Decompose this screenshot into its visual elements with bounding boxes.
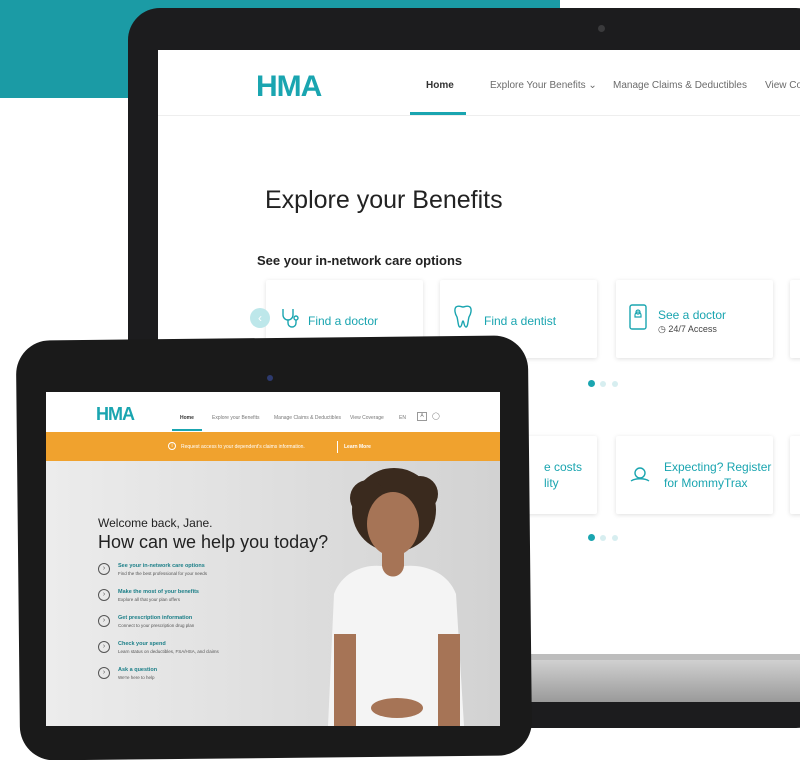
tablet-navbar: HMA Home Explore your Benefits Manage Cl…	[46, 392, 500, 432]
nav-manage-claims[interactable]: Manage Claims & Deductibles	[274, 415, 341, 421]
carousel-prev-button[interactable]: ‹	[250, 308, 270, 328]
option-desc: Connect to your prescription drug plan	[118, 623, 195, 628]
card-label: Find a doctor	[308, 314, 379, 328]
option-title[interactable]: Make the most of your benefits	[118, 589, 199, 595]
carousel-dot[interactable]	[600, 381, 606, 387]
hma-logo[interactable]: HMA	[256, 70, 322, 104]
active-tab-underline	[410, 112, 466, 115]
option-desc: Explore all that your plan offers	[118, 597, 180, 602]
stethoscope-icon	[282, 309, 299, 328]
tablet-camera	[267, 375, 273, 381]
banner-divider	[337, 441, 338, 453]
card-label: lity	[544, 476, 559, 490]
card-label: e costs	[544, 460, 583, 474]
carousel-dot[interactable]	[588, 380, 595, 387]
welcome-text: Welcome back, Jane.	[98, 516, 213, 530]
option-title[interactable]: See your in-network care options	[118, 563, 205, 569]
nav-explore-label: Explore Your Benefits	[490, 80, 586, 91]
card-label: Expecting? Register	[664, 460, 772, 474]
learn-more-link[interactable]: Learn More	[344, 444, 371, 450]
carousel-dot[interactable]	[588, 534, 595, 541]
marketing-mockup: HMA Home Explore Your Benefits ⌄ Manage …	[0, 0, 800, 760]
section-subtitle: See your in-network care options	[257, 253, 463, 268]
card-see-doctor[interactable]: See a doctor ◷ 24/7 Access	[616, 280, 773, 358]
chevron-right-icon[interactable]: ›	[98, 589, 110, 601]
hma-logo[interactable]: HMA	[96, 404, 135, 425]
option-title[interactable]: Check your spend	[118, 641, 166, 647]
option-desc: Find the the best professional for your …	[118, 571, 208, 576]
language-selector[interactable]: EN	[399, 415, 406, 421]
nav-manage-claims[interactable]: Manage Claims & Deductibles	[613, 80, 747, 91]
notification-banner: i Request access to your dependent's cla…	[46, 432, 500, 461]
nav-home[interactable]: Home	[180, 415, 194, 421]
carousel-dot[interactable]	[612, 381, 618, 387]
nav-explore-benefits[interactable]: Explore your Benefits	[212, 415, 260, 421]
card-label: for MommyTrax	[664, 476, 748, 490]
chevron-right-icon[interactable]: ›	[98, 563, 110, 575]
laptop-base-lip	[520, 654, 800, 660]
tablet-screen: HMA Home Explore your Benefits Manage Cl…	[46, 392, 500, 726]
card-sublabel: ◷ 24/7 Access	[658, 324, 717, 335]
font-size-icon[interactable]: A	[417, 412, 427, 421]
baby-icon	[630, 467, 650, 482]
nav-view-coverage[interactable]: View Coverage	[350, 415, 384, 421]
card-label: See a doctor	[658, 308, 727, 322]
banner-text: Request access to your dependent's claim…	[181, 444, 305, 450]
headline: How can we help you today?	[98, 532, 329, 552]
card-partial[interactable]	[790, 436, 800, 514]
phone-doctor-icon	[629, 304, 647, 330]
option-title[interactable]: Ask a question	[118, 667, 157, 673]
laptop-base	[520, 654, 800, 702]
card-label: Find a dentist	[484, 314, 557, 328]
chevron-right-icon[interactable]: ›	[98, 641, 110, 653]
carousel-dot[interactable]	[612, 535, 618, 541]
card-sublabel-text: 24/7 Access	[668, 324, 717, 334]
nav-home[interactable]: Home	[426, 80, 454, 91]
nav-explore-benefits[interactable]: Explore Your Benefits ⌄	[490, 80, 597, 91]
woman-photo	[328, 468, 464, 726]
option-desc: We're here to help	[118, 675, 155, 680]
card-mommytrax[interactable]: Expecting? Register for MommyTrax	[616, 436, 773, 514]
card-partial[interactable]	[790, 280, 800, 358]
chevron-right-icon[interactable]: ›	[98, 667, 110, 679]
info-icon: i	[168, 442, 176, 450]
tooth-icon	[454, 305, 472, 328]
option-title[interactable]: Get prescription information	[118, 615, 192, 621]
laptop-navbar: HMA Home Explore Your Benefits ⌄ Manage …	[158, 50, 800, 116]
carousel-dot[interactable]	[600, 535, 606, 541]
page-title: Explore your Benefits	[265, 186, 503, 214]
user-icon[interactable]: ◯	[432, 412, 440, 420]
clock-icon: ◷	[658, 324, 666, 334]
chevron-down-icon: ⌄	[588, 80, 597, 91]
active-tab-underline	[172, 429, 202, 431]
nav-view-coverage[interactable]: View Co	[765, 80, 800, 91]
laptop-camera	[598, 25, 605, 32]
chevron-right-icon[interactable]: ›	[98, 615, 110, 627]
option-desc: Learn status on deductibles, FSA/HSA, an…	[118, 649, 219, 654]
